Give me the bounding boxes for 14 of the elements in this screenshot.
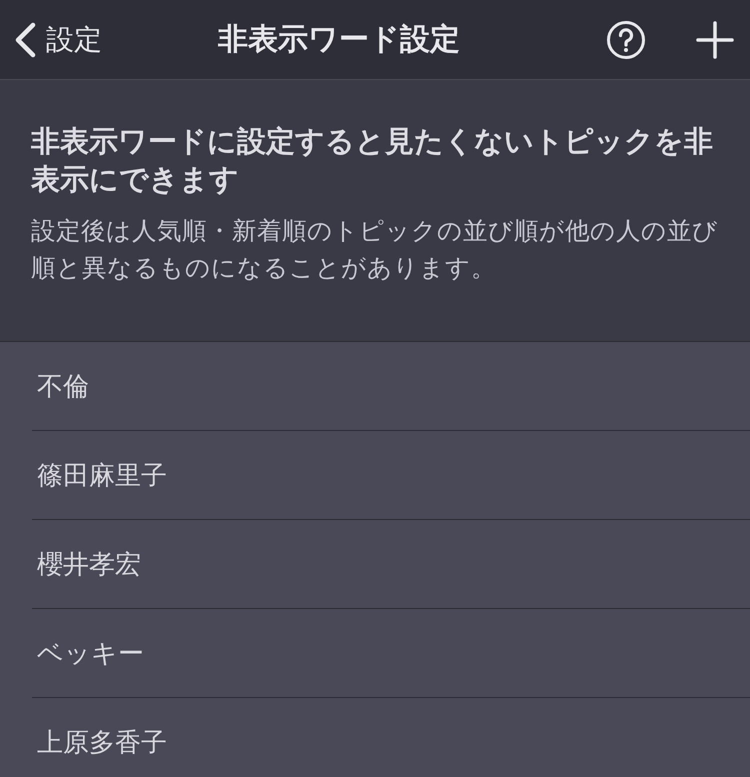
screen-title: 非表示ワード設定	[217, 21, 461, 59]
add-button[interactable]	[696, 20, 734, 58]
chevron-left-icon	[14, 22, 36, 58]
help-icon	[606, 20, 646, 60]
plus-icon	[696, 20, 734, 58]
help-button[interactable]	[606, 20, 646, 60]
info-heading: 非表示ワードに設定すると見たくないトピックを非表示にできます	[31, 123, 714, 198]
hidden-word-item[interactable]: 櫻井孝宏	[37, 546, 141, 582]
info-text: 設定後は人気順・新着順のトピックの並び順が他の人の並び順と異なるものになることがあります。	[31, 215, 719, 284]
hidden-word-item[interactable]: 上原多香子	[37, 724, 167, 760]
back-button[interactable]: 設定	[14, 20, 102, 58]
hidden-word-item[interactable]: 不倫	[37, 368, 89, 404]
hidden-word-item[interactable]: ベッキー	[37, 636, 144, 670]
hidden-word-item[interactable]: 篠田麻里子	[37, 458, 167, 492]
